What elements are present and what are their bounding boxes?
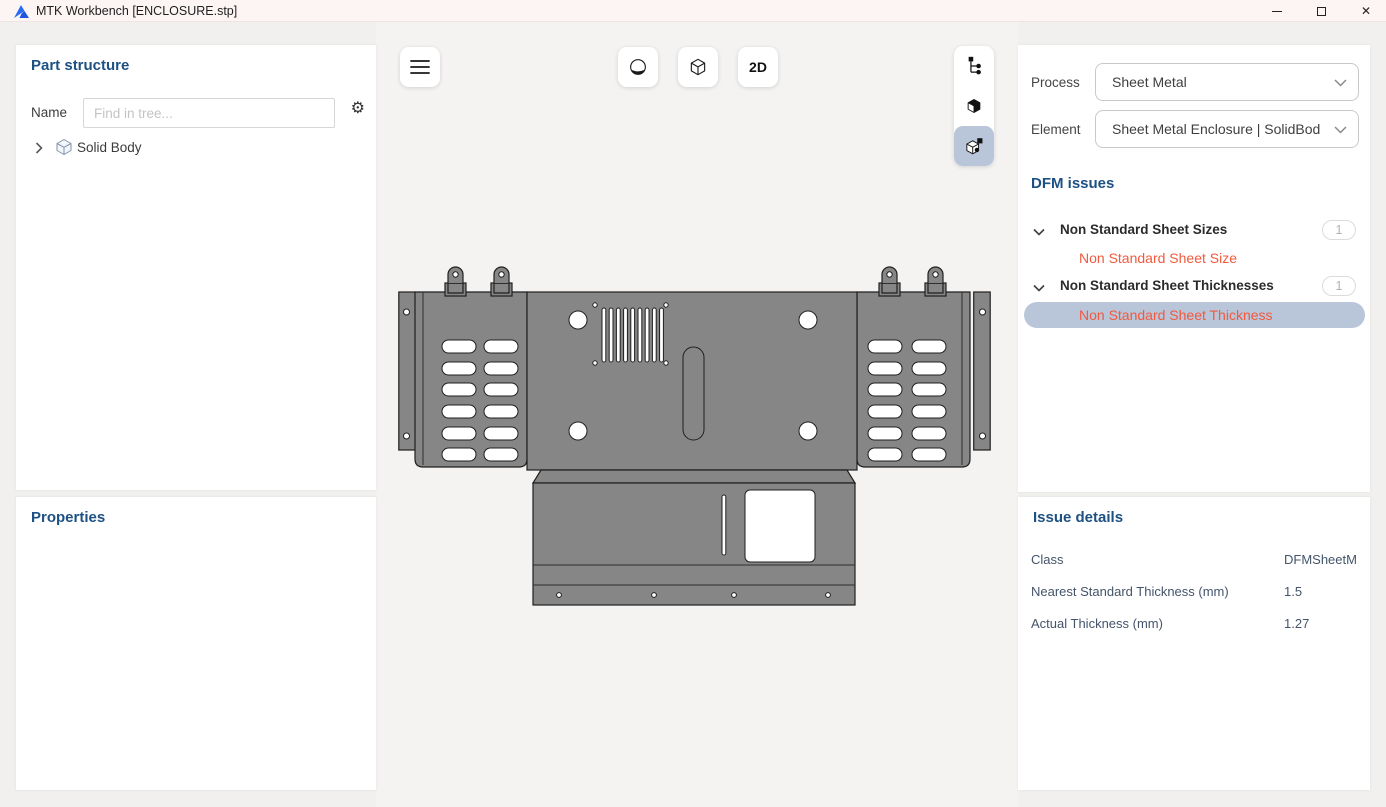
solid-body-cube-icon: [55, 138, 73, 156]
process-value: Sheet Metal: [1112, 74, 1324, 90]
tree-item-label: Solid Body: [77, 140, 142, 155]
dfm-issue-label: Non Standard Sheet Thickness: [1079, 307, 1273, 323]
element-value: Sheet Metal Enclosure | SolidBod: [1112, 121, 1324, 137]
issue-count-badge: 1: [1322, 276, 1356, 296]
detail-value: 1.27: [1284, 616, 1309, 631]
minimize-button[interactable]: [1262, 0, 1292, 22]
dfm-issues-title: DFM issues: [1031, 175, 1114, 192]
2d-view-button[interactable]: 2D: [738, 47, 778, 87]
shaded-sphere-icon: [624, 53, 652, 81]
face-select-button[interactable]: [954, 86, 994, 126]
find-in-tree-input[interactable]: [83, 98, 335, 128]
tree-item-solid-body[interactable]: Solid Body: [16, 137, 376, 159]
dfm-issue-sheet-size[interactable]: Non Standard Sheet Size: [1079, 250, 1237, 266]
gear-icon[interactable]: ⚙: [351, 101, 365, 117]
2d-view-label: 2D: [749, 59, 767, 75]
dfm-group-sheet-sizes[interactable]: Non Standard Sheet Sizes 1: [1018, 221, 1370, 243]
title-bar: MTK Workbench [ENCLOSURE.stp] ✕: [0, 0, 1386, 22]
detail-value: DFMSheetM: [1284, 552, 1357, 567]
maximize-icon: [1317, 7, 1326, 16]
shaded-view-button[interactable]: [618, 47, 658, 87]
window-title: MTK Workbench [ENCLOSURE.stp]: [36, 0, 237, 22]
part-structure-panel: Part structure Name ⚙ Solid Body: [16, 45, 376, 490]
issue-count-badge: 1: [1322, 220, 1356, 240]
dfm-panel: Process Sheet Metal Element Sheet Metal …: [1018, 45, 1370, 492]
element-dropdown[interactable]: Sheet Metal Enclosure | SolidBod: [1095, 110, 1359, 148]
issue-details-title: Issue details: [1033, 509, 1123, 526]
element-label: Element: [1031, 122, 1081, 137]
detail-label: Class: [1031, 552, 1064, 567]
detail-row-nearest-thickness: Nearest Standard Thickness (mm) 1.5: [1018, 584, 1370, 602]
minimize-icon: [1272, 11, 1282, 12]
face-select-cube-icon: [961, 93, 987, 119]
chevron-right-icon[interactable]: [35, 142, 43, 154]
process-dropdown[interactable]: Sheet Metal: [1095, 63, 1359, 101]
close-icon: ✕: [1361, 4, 1371, 18]
close-button[interactable]: ✕: [1351, 0, 1381, 22]
body-select-button[interactable]: [954, 126, 994, 166]
app-logo-icon: [13, 4, 30, 19]
dfm-group-label: Non Standard Sheet Thicknesses: [1060, 278, 1274, 293]
main-menu-button[interactable]: [400, 47, 440, 87]
issue-details-panel: Issue details Class DFMSheetM Nearest St…: [1018, 497, 1370, 790]
dfm-group-label: Non Standard Sheet Sizes: [1060, 222, 1227, 237]
structure-select-button[interactable]: [954, 46, 994, 86]
part-flat-pattern[interactable]: [398, 266, 991, 611]
hamburger-icon: [409, 58, 431, 76]
detail-row-class: Class DFMSheetM: [1018, 552, 1370, 570]
app-window: MTK Workbench [ENCLOSURE.stp] ✕: [0, 0, 1386, 807]
chevron-down-icon: [1334, 126, 1347, 134]
wireframe-cube-icon: [684, 53, 712, 81]
dfm-issue-sheet-thickness-selected[interactable]: Non Standard Sheet Thickness: [1024, 302, 1365, 328]
detail-label: Actual Thickness (mm): [1031, 616, 1163, 631]
name-filter-label: Name: [31, 105, 67, 120]
properties-panel: Properties: [16, 497, 376, 790]
chevron-down-icon: [1334, 79, 1347, 87]
detail-value: 1.5: [1284, 584, 1302, 599]
selection-toolbar: [954, 46, 994, 166]
chevron-down-icon[interactable]: [1032, 225, 1046, 239]
structure-tree-icon: [961, 53, 987, 79]
part-structure-title: Part structure: [31, 57, 129, 74]
chevron-down-icon[interactable]: [1032, 281, 1046, 295]
dfm-group-sheet-thicknesses[interactable]: Non Standard Sheet Thicknesses 1: [1018, 277, 1370, 299]
properties-title: Properties: [31, 509, 105, 526]
wireframe-view-button[interactable]: [678, 47, 718, 87]
process-label: Process: [1031, 75, 1080, 90]
body-select-cube-icon: [961, 133, 987, 159]
maximize-button[interactable]: [1306, 0, 1336, 22]
detail-row-actual-thickness: Actual Thickness (mm) 1.27: [1018, 616, 1370, 634]
viewport-canvas[interactable]: 2D: [376, 22, 1018, 807]
detail-label: Nearest Standard Thickness (mm): [1031, 584, 1229, 599]
